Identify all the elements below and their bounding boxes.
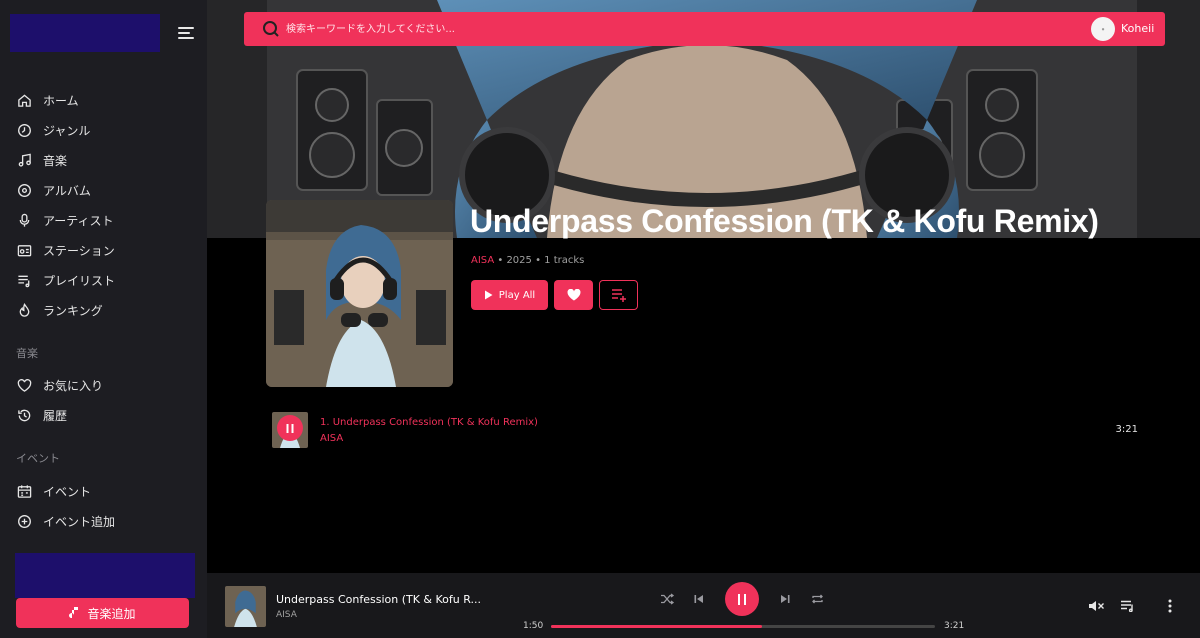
sidebar-item-album[interactable]: アルバム — [16, 179, 91, 201]
queue-icon[interactable] — [1117, 598, 1137, 614]
track-artist[interactable]: AISA — [320, 433, 343, 444]
current-time: 1:50 — [523, 621, 544, 631]
album-track-count: 1 tracks — [544, 255, 585, 266]
album-title: Underpass Confession (TK & Kofu Remix) — [470, 203, 1099, 239]
sidebar-item-music[interactable]: 音楽 — [16, 149, 67, 171]
album-cover-art — [266, 200, 453, 387]
music-note-icon — [16, 152, 32, 168]
sidebar-item-label: ランキング — [43, 303, 103, 318]
user-name[interactable]: Koheii — [1121, 22, 1154, 35]
sidebar-item-genre[interactable]: ジャンル — [16, 119, 90, 141]
play-all-label: Play All — [498, 289, 536, 301]
track-duration: 3:21 — [1115, 424, 1138, 435]
sidebar-item-station[interactable]: ステーション — [16, 239, 115, 261]
player-track-title[interactable]: Underpass Confession (TK & Kofu R... — [276, 593, 481, 606]
sidebar-item-label: ステーション — [43, 243, 115, 258]
sidebar-item-label: ホーム — [43, 93, 79, 108]
play-all-button[interactable]: Play All — [471, 280, 548, 310]
radio-icon — [16, 242, 32, 258]
genre-icon — [16, 122, 32, 138]
promo-banner[interactable] — [15, 553, 195, 598]
shuffle-icon[interactable] — [657, 591, 677, 607]
sidebar-item-add-event[interactable]: イベント追加 — [16, 510, 115, 532]
section-title-event: イベント — [16, 452, 60, 465]
sidebar-item-label: アーティスト — [43, 213, 114, 228]
track-title[interactable]: 1. Underpass Confession (TK & Kofu Remix… — [320, 417, 538, 428]
playlist-icon — [16, 272, 32, 288]
sidebar-item-label: 音楽 — [43, 153, 68, 168]
sidebar-item-history[interactable]: 履歴 — [16, 404, 67, 426]
sidebar-item-label: ジャンル — [43, 123, 91, 138]
home-icon — [16, 92, 32, 108]
sidebar-item-playlist[interactable]: プレイリスト — [16, 269, 115, 291]
sidebar-item-label: お気に入り — [43, 378, 104, 393]
sidebar-item-label: アルバム — [43, 183, 91, 198]
more-options-icon[interactable] — [1160, 598, 1180, 614]
album-artist-link[interactable]: AISA — [471, 255, 494, 266]
history-icon — [16, 407, 32, 423]
playlist-add-icon — [611, 289, 626, 302]
menu-toggle-icon[interactable] — [178, 27, 194, 40]
avatar[interactable]: ● — [1091, 17, 1115, 41]
play-icon — [484, 290, 493, 300]
sidebar-item-ranking[interactable]: ランキング — [16, 299, 103, 321]
previous-icon[interactable] — [689, 591, 709, 607]
add-music-label: 音楽追加 — [87, 606, 136, 621]
search-bar: ● Koheii — [244, 12, 1165, 46]
mute-icon[interactable] — [1086, 598, 1106, 614]
sidebar-item-label: プレイリスト — [43, 273, 116, 288]
logo[interactable] — [10, 14, 160, 52]
add-music-button[interactable]: 音楽追加 — [16, 598, 189, 628]
sidebar: ホーム ジャンル 音楽 アルバム アーティスト ステーション プレイリスト ラン… — [0, 0, 207, 638]
add-to-playlist-button[interactable] — [599, 280, 638, 310]
sidebar-item-label: イベント — [43, 484, 92, 499]
search-input[interactable] — [286, 19, 886, 39]
player-bar: Underpass Confession (TK & Kofu R... AIS… — [207, 573, 1200, 638]
heart-icon — [16, 377, 32, 393]
album-meta: AISA • 2025 • 1 tracks — [471, 255, 585, 266]
favorite-button[interactable] — [554, 280, 593, 310]
progress-fill — [551, 625, 763, 628]
total-time: 3:21 — [944, 621, 965, 631]
repeat-icon[interactable] — [807, 591, 827, 607]
sidebar-item-label: イベント追加 — [43, 514, 116, 529]
pause-button[interactable] — [725, 582, 759, 616]
pause-icon — [738, 593, 746, 605]
album-year: 2025 — [506, 255, 532, 266]
table-row[interactable]: 1. Underpass Confession (TK & Kofu Remix… — [272, 410, 1142, 450]
sidebar-item-favorites[interactable]: お気に入り — [16, 374, 103, 396]
album-icon — [16, 182, 32, 198]
microphone-icon — [16, 212, 32, 228]
sidebar-item-home[interactable]: ホーム — [16, 89, 79, 111]
main-content: ● Koheii Underpass Confession (TK & Kofu… — [207, 0, 1200, 573]
section-title-music: 音楽 — [16, 347, 38, 360]
progress-bar[interactable] — [551, 625, 935, 628]
player-track-artist[interactable]: AISA — [276, 610, 297, 620]
player-thumbnail[interactable] — [225, 586, 266, 627]
music-note-icon — [69, 607, 79, 619]
album-cover — [266, 200, 453, 387]
plus-circle-icon — [16, 513, 32, 529]
sidebar-item-event[interactable]: イベント — [16, 480, 91, 502]
search-icon[interactable] — [262, 20, 280, 38]
next-icon[interactable] — [775, 591, 795, 607]
sidebar-item-label: 履歴 — [43, 408, 68, 423]
pause-icon[interactable] — [277, 415, 303, 441]
calendar-icon — [16, 483, 32, 499]
heart-icon — [567, 289, 580, 301]
sidebar-item-artist[interactable]: アーティスト — [16, 209, 114, 231]
flame-icon — [16, 302, 32, 318]
